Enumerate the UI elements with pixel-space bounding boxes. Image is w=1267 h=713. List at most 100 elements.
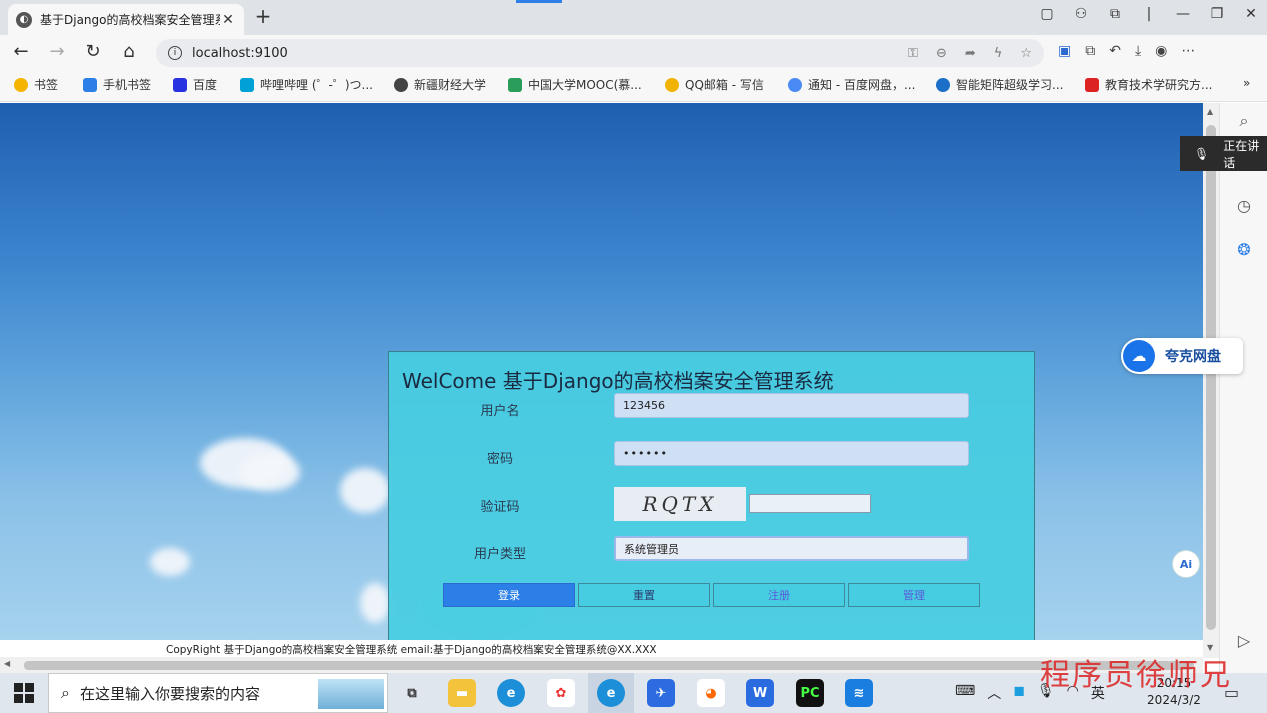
- address-bar-actions: ⚿ ⊖ ➦ ϟ ☆: [908, 46, 1032, 61]
- usertype-select[interactable]: 系统管理员: [614, 536, 969, 561]
- register-button[interactable]: 注册: [713, 583, 845, 607]
- bookmark-item[interactable]: 通知 - 百度网盘，...: [788, 76, 915, 93]
- phone-icon: [83, 77, 97, 92]
- bookmark-item[interactable]: 中国大学MOOC(慕...: [508, 76, 642, 93]
- new-tab-button[interactable]: +: [252, 6, 274, 28]
- page-footer: CopyRight 基于Django的高校档案安全管理系统 email:基于Dj…: [0, 640, 1203, 657]
- bookmark-item[interactable]: QQ邮箱 - 写信: [665, 76, 764, 93]
- back-icon[interactable]: ←: [10, 41, 32, 63]
- globe-icon: [936, 77, 950, 92]
- close-window-icon[interactable]: ✕: [1243, 6, 1259, 22]
- captcha-label: 验证码: [480, 500, 520, 515]
- word-icon[interactable]: W: [746, 679, 774, 707]
- horizontal-scrollbar[interactable]: ◀: [0, 657, 1203, 673]
- copyright-text: CopyRight 基于Django的高校档案安全管理系统 email:基于Dj…: [166, 644, 657, 656]
- minimize-icon[interactable]: —: [1175, 6, 1191, 22]
- search-icon: ⌕: [61, 683, 70, 702]
- file-explorer-icon[interactable]: ▬: [448, 679, 476, 707]
- bookmark-item[interactable]: 书签: [14, 76, 58, 93]
- bookmark-item[interactable]: 新疆财经大学: [394, 76, 486, 93]
- bookmark-item[interactable]: 智能矩阵超级学习...: [936, 76, 1063, 93]
- qq-mail-icon: [665, 77, 679, 92]
- edge-active-icon[interactable]: e: [597, 679, 625, 707]
- browser-tab[interactable]: ◐ 基于Django的高校档案安全管理系 ✕: [8, 4, 244, 35]
- tab-actions-icon[interactable]: ▢: [1039, 6, 1055, 22]
- bolt-icon[interactable]: ϟ: [994, 46, 1003, 61]
- edu-icon: [1085, 77, 1099, 92]
- quark-drive-widget[interactable]: ☁ 夸克网盘: [1121, 338, 1243, 374]
- downloads-icon[interactable]: ⤓: [1135, 43, 1141, 59]
- clock-date: 2024/3/2: [1147, 693, 1201, 707]
- vertical-scroll-thumb[interactable]: [1206, 125, 1216, 630]
- workspaces-icon[interactable]: ⚇: [1073, 6, 1089, 22]
- address-bar[interactable]: i localhost:9100 ⚿ ⊖ ➦ ϟ ☆: [156, 39, 1044, 67]
- captcha-image[interactable]: RQTX: [614, 487, 746, 521]
- bookmark-item[interactable]: 手机书签: [83, 76, 151, 93]
- cloud-app-icon[interactable]: ≋: [845, 679, 873, 707]
- login-button[interactable]: 登录: [443, 583, 575, 607]
- vertical-scrollbar[interactable]: ▲ ▼: [1203, 103, 1219, 658]
- browser-titlebar: ◐ 基于Django的高校档案安全管理系 ✕ + ▢ ⚇ ⧉ | — ❐ ✕: [0, 0, 1267, 35]
- watermark-text: 程序员徐师兄: [1040, 658, 1232, 693]
- horizontal-scroll-thumb[interactable]: [24, 661, 1194, 670]
- sidebar-expand-icon[interactable]: ▷: [1234, 631, 1254, 651]
- bookmarks-bar: 书签 手机书签 百度 哔哩哔哩 (゜-゜)つ... 新疆财经大学 中国大学MOO…: [0, 69, 1267, 102]
- baidu-pan-icon: [788, 77, 802, 92]
- show-hidden-icon[interactable]: ︿: [987, 683, 1001, 703]
- address-toolbar: ← → ↻ ⌂ i localhost:9100 ⚿ ⊖ ➦ ϟ ☆ ▣ ⧉ ↶…: [0, 35, 1267, 69]
- admin-button[interactable]: 管理: [848, 583, 980, 607]
- edge-icon[interactable]: e: [497, 679, 525, 707]
- keyboard-icon[interactable]: ⌨: [955, 683, 975, 703]
- more-menu-icon[interactable]: ⋯: [1181, 43, 1195, 59]
- task-view-icon[interactable]: ⧉: [398, 679, 426, 707]
- site-icon: [394, 77, 408, 92]
- tray-app-icon[interactable]: ◼: [1013, 683, 1025, 703]
- reset-button[interactable]: 重置: [578, 583, 710, 607]
- more-bookmarks-icon[interactable]: »: [1243, 76, 1250, 90]
- meeting-indicator[interactable]: 🎙 正在讲话: [1180, 136, 1267, 171]
- share-icon[interactable]: ➦: [965, 46, 976, 61]
- key-icon[interactable]: ⚿: [908, 46, 918, 61]
- tab-title: 基于Django的高校档案安全管理系: [40, 13, 220, 27]
- site-info-icon[interactable]: i: [168, 46, 182, 60]
- quark-label: 夸克网盘: [1165, 349, 1221, 365]
- extensions-menu-icon[interactable]: ⧉: [1107, 6, 1123, 22]
- forward-icon[interactable]: →: [46, 41, 68, 63]
- mooc-icon: [508, 77, 522, 92]
- profile-avatar-icon[interactable]: ◉: [1155, 43, 1167, 59]
- extensions-icon[interactable]: ⧉: [1085, 43, 1095, 59]
- feishu-icon[interactable]: ✈: [647, 679, 675, 707]
- loading-indicator: [516, 0, 562, 3]
- close-tab-icon[interactable]: ✕: [220, 12, 236, 28]
- sidebar-history-icon[interactable]: ◷: [1234, 196, 1254, 216]
- refresh-icon[interactable]: ↻: [82, 41, 104, 63]
- scroll-up-icon[interactable]: ▲: [1207, 107, 1213, 116]
- captcha-input[interactable]: [749, 494, 871, 513]
- separator-icon: |: [1146, 6, 1152, 22]
- collections-icon[interactable]: ▣: [1058, 43, 1071, 59]
- history-back-icon[interactable]: ↶: [1109, 43, 1121, 59]
- home-icon[interactable]: ⌂: [118, 41, 140, 63]
- bookmark-item[interactable]: 教育技术学研究方...: [1085, 76, 1212, 93]
- tab-favicon-icon: ◐: [16, 11, 32, 28]
- pycharm-icon[interactable]: PC: [796, 679, 824, 707]
- sidebar-search-icon[interactable]: ⌕: [1234, 111, 1254, 131]
- bookmark-item[interactable]: 百度: [173, 76, 217, 93]
- favorite-star-icon[interactable]: ☆: [1020, 46, 1032, 61]
- scroll-left-icon[interactable]: ◀: [4, 659, 10, 668]
- sidebar-app-icon[interactable]: ❂: [1234, 240, 1254, 260]
- color-app-icon[interactable]: ◕: [697, 679, 725, 707]
- login-panel: WelCome 基于Django的高校档案安全管理系统 用户名 123456 密…: [388, 351, 1035, 643]
- url-text[interactable]: localhost:9100: [192, 46, 908, 61]
- username-label: 用户名: [480, 404, 520, 419]
- windows-start-icon[interactable]: [14, 683, 34, 703]
- star-icon: [14, 77, 28, 92]
- password-label: 密码: [486, 452, 513, 467]
- restore-icon[interactable]: ❐: [1209, 6, 1225, 22]
- bookmark-item[interactable]: 哔哩哔哩 (゜-゜)つ...: [240, 76, 373, 93]
- photos-app-icon[interactable]: ✿: [547, 679, 575, 707]
- password-input[interactable]: ••••••: [614, 441, 969, 466]
- zoom-icon[interactable]: ⊖: [936, 46, 947, 61]
- username-input[interactable]: 123456: [614, 393, 969, 418]
- ai-assistant-button[interactable]: Ai: [1172, 550, 1200, 578]
